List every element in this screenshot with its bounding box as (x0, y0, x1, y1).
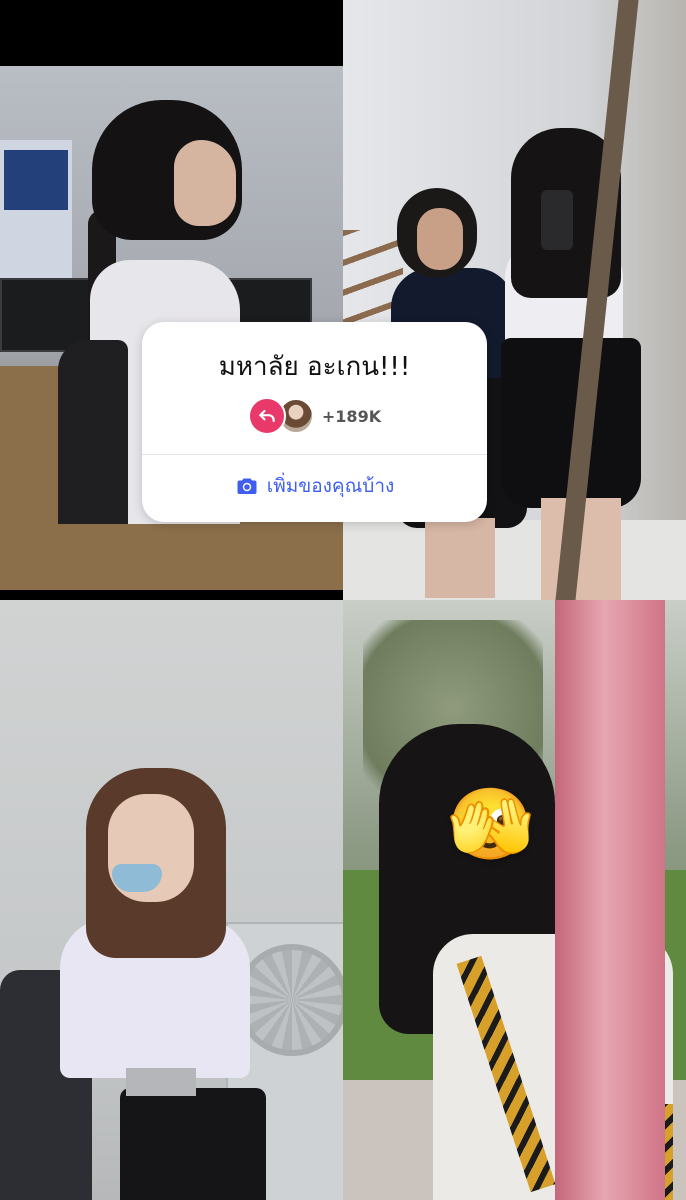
divider (142, 454, 487, 455)
add-yours-label: เพิ่มของคุณบ้าง (266, 475, 395, 497)
person-figure (46, 768, 266, 1200)
camera-icon (237, 478, 257, 494)
add-yours-button[interactable]: เพิ่มของคุณบ้าง (142, 468, 487, 504)
wall-poster (0, 140, 72, 278)
face-covering-emoji-icon: 🫣 (447, 783, 535, 865)
photo-bottom-right: 🫣 (343, 600, 686, 1200)
participant-count: +189K (321, 406, 382, 426)
office-chair (58, 340, 128, 524)
phone (541, 190, 573, 250)
face-mask (112, 864, 162, 892)
add-yours-sticker[interactable]: มหาลัย อะเกน!!! +189K เพิ่มของคุณบ้าง (142, 322, 487, 522)
reply-arrow-icon[interactable] (247, 397, 286, 435)
pink-pole (555, 600, 665, 1200)
photo-bottom-left (0, 600, 343, 1200)
sticker-title: มหาลัย อะเกน!!! (218, 352, 411, 382)
sticker-participants[interactable]: +189K (142, 397, 487, 435)
